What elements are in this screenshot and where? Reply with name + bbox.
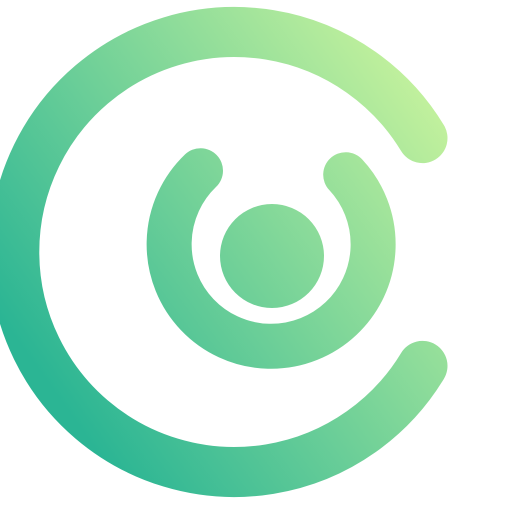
concentric-c-logo-icon [0, 7, 448, 497]
app-icon-canvas [0, 0, 512, 512]
center-dot [220, 204, 324, 308]
